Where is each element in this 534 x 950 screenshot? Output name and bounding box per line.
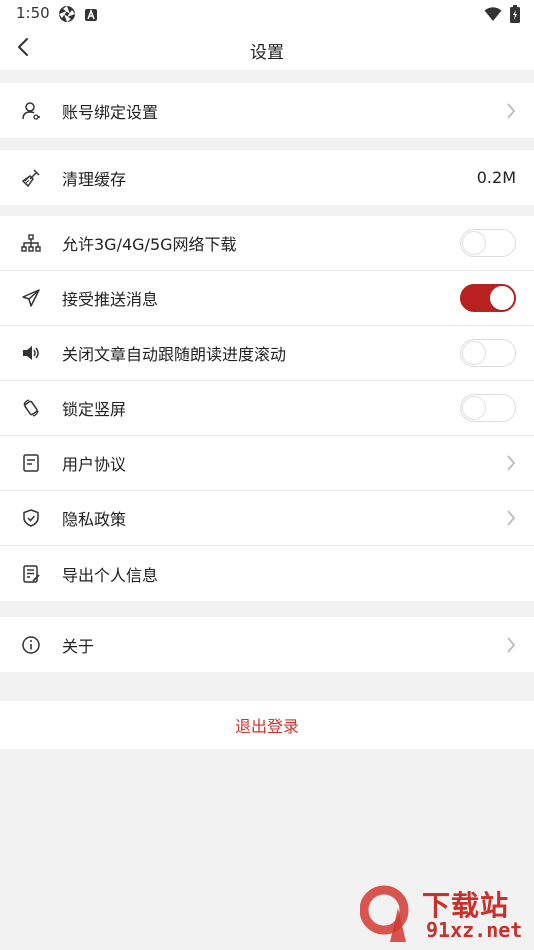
privacy-policy-row[interactable]: 隐私政策: [0, 491, 534, 546]
clear-cache-label: 清理缓存: [62, 169, 127, 189]
logout-label: 退出登录: [234, 717, 299, 736]
network-download-toggle[interactable]: [460, 229, 516, 257]
paper-plane-icon: [20, 287, 42, 309]
user-agreement-label: 用户协议: [62, 455, 127, 474]
account-binding-label: 账号绑定设置: [62, 102, 159, 122]
toggle-knob: [462, 231, 486, 255]
network-download-label: 允许3G/4G/5G网络下载: [62, 235, 237, 254]
push-notifications-toggle[interactable]: [460, 284, 516, 312]
about-group: 关于: [0, 617, 534, 672]
watermark-logo-icon: [359, 882, 422, 946]
auto-scroll-row: 关闭文章自动跟随朗读进度滚动: [0, 326, 534, 381]
status-bar: 1:50: [0, 0, 534, 28]
export-info-label: 导出个人信息: [62, 565, 159, 585]
shield-check-icon: [20, 507, 42, 529]
push-notifications-label: 接受推送消息: [62, 290, 159, 309]
chevron-right-icon: [504, 102, 518, 120]
toggle-knob: [462, 396, 486, 420]
auto-scroll-toggle[interactable]: [460, 339, 516, 367]
chevron-right-icon: [504, 509, 518, 527]
account-binding-row[interactable]: 账号绑定设置: [0, 83, 534, 138]
watermark: 下载站 91xz.net: [359, 882, 530, 946]
network-download-row: 允许3G/4G/5G网络下载: [0, 216, 534, 271]
toggle-knob: [490, 286, 514, 310]
chevron-right-icon: [504, 454, 518, 472]
chevron-right-icon: [504, 636, 518, 654]
about-row[interactable]: 关于: [0, 617, 534, 672]
clear-cache-row[interactable]: 清理缓存 0.2M: [0, 150, 534, 205]
cache-size: 0.2M: [476, 168, 516, 187]
export-info-row[interactable]: 导出个人信息: [0, 546, 534, 601]
lock-portrait-row: 锁定竖屏: [0, 381, 534, 436]
watermark-url: 91xz.net: [426, 918, 523, 942]
document-icon: [20, 452, 42, 474]
lock-portrait-toggle[interactable]: [460, 394, 516, 422]
settings-group: 允许3G/4G/5G网络下载 接受推送消息 关闭文章自动跟随朗读进度滚动 锁定竖…: [0, 216, 534, 601]
user-link-icon: [20, 100, 42, 122]
status-time: 1:50: [16, 4, 50, 22]
broom-icon: [20, 167, 42, 189]
account-group: 账号绑定设置: [0, 83, 534, 138]
info-icon: [20, 634, 42, 656]
battery-icon: [510, 5, 520, 27]
wifi-icon: [484, 6, 502, 26]
toggle-knob: [462, 341, 486, 365]
export-document-icon: [20, 563, 42, 585]
nav-bar: 设置: [0, 28, 534, 70]
privacy-policy-label: 隐私政策: [62, 510, 127, 529]
screen-rotation-icon: [20, 397, 42, 419]
app-notification-icon: [84, 7, 98, 26]
auto-scroll-label: 关闭文章自动跟随朗读进度滚动: [62, 345, 287, 364]
lock-portrait-label: 锁定竖屏: [62, 400, 127, 419]
shutter-icon: [58, 5, 76, 27]
about-label: 关于: [62, 636, 95, 656]
page-title: 设置: [250, 43, 284, 63]
push-notifications-row: 接受推送消息: [0, 271, 534, 326]
user-agreement-row[interactable]: 用户协议: [0, 436, 534, 491]
speaker-icon: [20, 342, 42, 364]
cache-group: 清理缓存 0.2M: [0, 150, 534, 205]
network-tree-icon: [20, 232, 42, 254]
logout-button[interactable]: 退出登录: [0, 701, 534, 749]
